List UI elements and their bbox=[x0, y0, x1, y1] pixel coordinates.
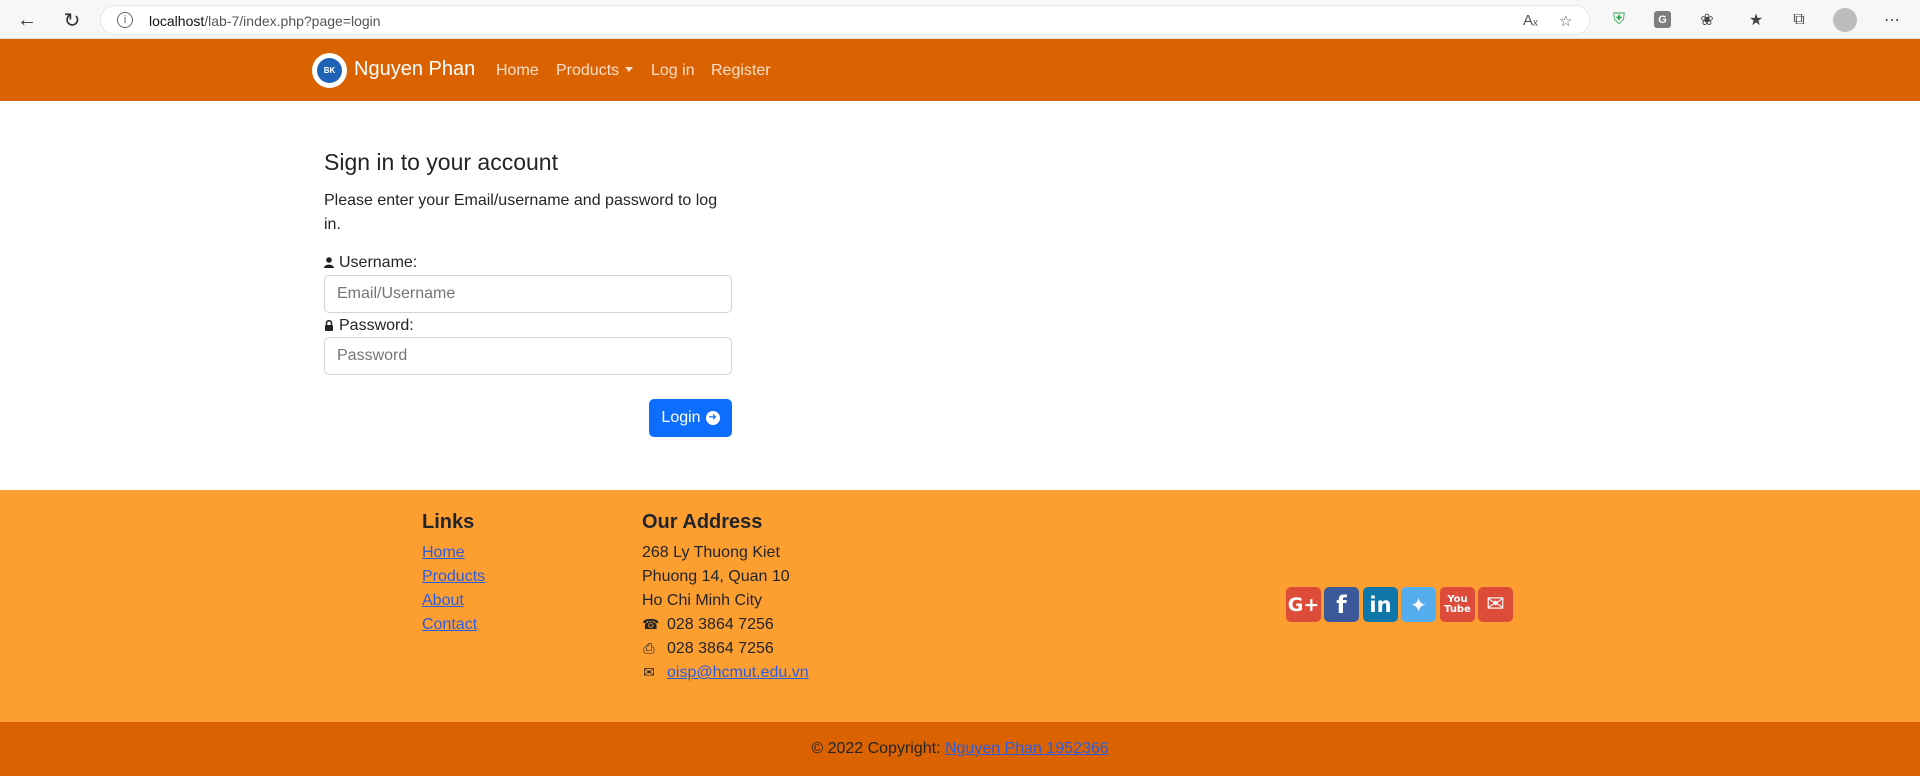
grammarly-extension-icon[interactable]: G bbox=[1654, 11, 1671, 28]
top-navbar: BK Nguyen Phan Home Products Log in Regi… bbox=[0, 39, 1920, 101]
copyright-author-link[interactable]: Nguyen Phan 1952366 bbox=[945, 740, 1109, 757]
read-aloud-icon[interactable]: Aₓ bbox=[1523, 12, 1538, 29]
extensions-icon[interactable]: ❀ bbox=[1696, 9, 1718, 31]
linkedin-icon[interactable]: in bbox=[1363, 587, 1398, 622]
footer-link-contact[interactable]: Contact bbox=[422, 616, 477, 634]
footer-links-heading: Links bbox=[422, 511, 475, 533]
footer: Links Home Products About Contact Our Ad… bbox=[0, 490, 1920, 722]
nav-products-dropdown[interactable]: Products bbox=[556, 62, 634, 80]
google-plus-icon[interactable]: G+ bbox=[1286, 587, 1321, 622]
address-line: Ho Chi Minh City bbox=[642, 592, 763, 609]
user-icon bbox=[324, 257, 334, 268]
youtube-icon[interactable]: You Tube bbox=[1440, 587, 1475, 622]
footer-link-products[interactable]: Products bbox=[422, 568, 485, 586]
brand-logo[interactable]: BK bbox=[312, 53, 347, 88]
username-label: Username: bbox=[324, 254, 417, 272]
login-description: Please enter your Email/username and pas… bbox=[324, 192, 718, 233]
page-title: Sign in to your account bbox=[324, 149, 558, 175]
collections-icon[interactable]: ⧉ bbox=[1788, 9, 1810, 31]
add-favorite-icon[interactable]: ☆ bbox=[1559, 12, 1572, 30]
login-button[interactable]: Login ➜ bbox=[649, 399, 732, 437]
nav-products-label: Products bbox=[556, 62, 620, 79]
facebook-icon[interactable]: f bbox=[1324, 587, 1359, 622]
phone-icon: ☎ bbox=[642, 616, 660, 632]
username-input[interactable] bbox=[324, 275, 732, 313]
envelope-icon: ✉ bbox=[643, 664, 655, 680]
copyright-bar: © 2022 Copyright: Nguyen Phan 1952366 bbox=[0, 722, 1920, 776]
browser-toolbar: ← ↻ i localhost/lab-7/index.php?page=log… bbox=[0, 0, 1920, 39]
email-link[interactable]: oisp@hcmut.edu.vn bbox=[667, 664, 809, 681]
caret-down-icon bbox=[625, 67, 634, 72]
profile-avatar[interactable] bbox=[1833, 8, 1857, 32]
arrow-circle-right-icon: ➜ bbox=[705, 411, 720, 425]
reload-icon[interactable]: ↻ bbox=[59, 7, 85, 33]
footer-link-home[interactable]: Home bbox=[422, 544, 465, 562]
fax-line: ⎙ 028 3864 7256 bbox=[643, 640, 774, 657]
shield-icon[interactable]: ⛨ bbox=[1608, 9, 1630, 31]
password-input[interactable] bbox=[324, 337, 732, 375]
footer-address-heading: Our Address bbox=[642, 511, 763, 533]
address-line: 268 Ly Thuong Kiet bbox=[642, 544, 780, 561]
brand-name[interactable]: Nguyen Phan bbox=[354, 58, 475, 81]
lock-icon bbox=[325, 320, 333, 331]
twitter-icon[interactable]: ✦ bbox=[1401, 587, 1436, 622]
phone-line: ☎ 028 3864 7256 bbox=[642, 616, 774, 633]
footer-link-about[interactable]: About bbox=[422, 592, 464, 610]
nav-register[interactable]: Register bbox=[711, 62, 771, 80]
address-bar[interactable]: i localhost/lab-7/index.php?page=login A… bbox=[100, 5, 1590, 35]
login-button-label: Login bbox=[661, 409, 701, 426]
fax-icon: ⎙ bbox=[643, 640, 655, 656]
nav-login[interactable]: Log in bbox=[651, 62, 695, 80]
more-menu-icon[interactable]: ⋯ bbox=[1881, 9, 1903, 31]
nav-home[interactable]: Home bbox=[496, 62, 539, 80]
favorites-icon[interactable]: ★ bbox=[1745, 9, 1767, 31]
mail-icon[interactable]: ✉ bbox=[1478, 587, 1513, 622]
password-label: Password: bbox=[324, 317, 414, 335]
address-url[interactable]: localhost/lab-7/index.php?page=login bbox=[149, 13, 381, 29]
copyright-text: © 2022 Copyright: Nguyen Phan 1952366 bbox=[811, 740, 1109, 757]
brand-logo-mark: BK bbox=[317, 58, 342, 83]
address-line: Phuong 14, Quan 10 bbox=[642, 568, 790, 585]
site-info-icon[interactable]: i bbox=[117, 12, 133, 28]
back-arrow-icon[interactable]: ← bbox=[14, 7, 40, 33]
email-line: ✉ oisp@hcmut.edu.vn bbox=[642, 664, 809, 682]
